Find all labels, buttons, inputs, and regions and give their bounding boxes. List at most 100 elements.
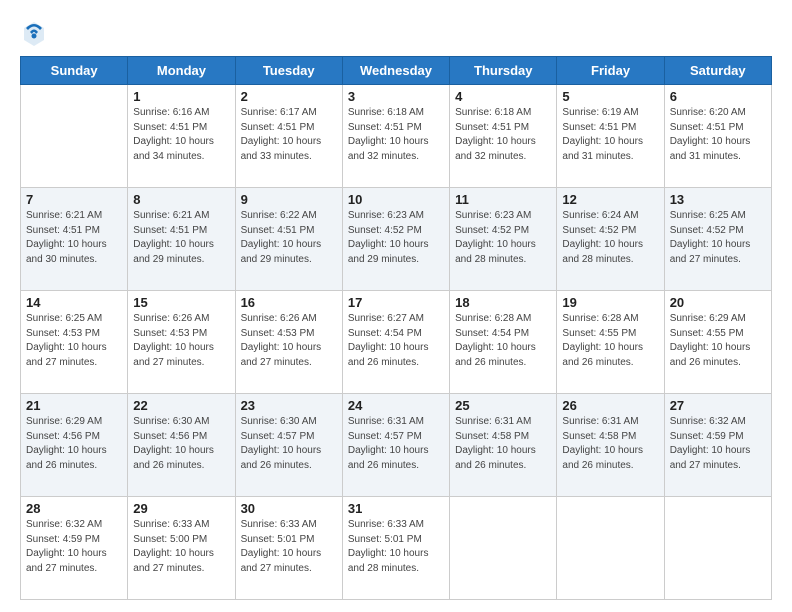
calendar-cell: 3 Sunrise: 6:18 AM Sunset: 4:51 PM Daylig… xyxy=(342,85,449,188)
calendar-cell: 5 Sunrise: 6:19 AM Sunset: 4:51 PM Daylig… xyxy=(557,85,664,188)
day-number: 31 xyxy=(348,501,444,516)
day-of-week-header: Saturday xyxy=(664,57,771,85)
calendar-week-row: 7 Sunrise: 6:21 AM Sunset: 4:51 PM Daylig… xyxy=(21,188,772,291)
calendar-cell: 12 Sunrise: 6:24 AM Sunset: 4:52 PM Dayli… xyxy=(557,188,664,291)
calendar-cell: 28Sunrise: 6:32 AM Sunset: 4:59 PM Dayli… xyxy=(21,497,128,600)
day-of-week-header: Sunday xyxy=(21,57,128,85)
day-number: 24 xyxy=(348,398,444,413)
day-info: Sunrise: 6:21 AM Sunset: 4:51 PM Dayligh… xyxy=(26,209,122,267)
day-number: 12 xyxy=(562,192,658,207)
calendar-cell: 7 Sunrise: 6:21 AM Sunset: 4:51 PM Daylig… xyxy=(21,188,128,291)
calendar-week-row: 1 Sunrise: 6:16 AM Sunset: 4:51 PM Daylig… xyxy=(21,85,772,188)
header-row: SundayMondayTuesdayWednesdayThursdayFrid… xyxy=(21,57,772,85)
calendar-cell: 9Sunrise: 6:22 AM Sunset: 4:51 PM Daylig… xyxy=(235,188,342,291)
calendar-cell: 23Sunrise: 6:30 AM Sunset: 4:57 PM Dayli… xyxy=(235,394,342,497)
day-number: 8 xyxy=(133,192,229,207)
calendar-cell: 15 Sunrise: 6:26 AM Sunset: 4:53 PM Dayli… xyxy=(128,291,235,394)
calendar-cell: 31 Sunrise: 6:33 AM Sunset: 5:01 PM Dayli… xyxy=(342,497,449,600)
day-info: Sunrise: 6:29 AM Sunset: 4:56 PM Dayligh… xyxy=(26,415,122,473)
day-of-week-header: Monday xyxy=(128,57,235,85)
header xyxy=(20,18,772,46)
calendar-cell: 11 Sunrise: 6:23 AM Sunset: 4:52 PM Dayli… xyxy=(450,188,557,291)
calendar-cell: 18 Sunrise: 6:28 AM Sunset: 4:54 PM Dayli… xyxy=(450,291,557,394)
day-info: Sunrise: 6:32 AM Sunset: 4:59 PM Dayligh… xyxy=(26,518,122,576)
page: SundayMondayTuesdayWednesdayThursdayFrid… xyxy=(0,0,792,612)
calendar-week-row: 21 Sunrise: 6:29 AM Sunset: 4:56 PM Dayli… xyxy=(21,394,772,497)
calendar-cell: 25Sunrise: 6:31 AM Sunset: 4:58 PM Dayli… xyxy=(450,394,557,497)
day-number: 14 xyxy=(26,295,122,310)
day-info: Sunrise: 6:18 AM Sunset: 4:51 PM Dayligh… xyxy=(455,106,551,164)
day-info: Sunrise: 6:26 AM Sunset: 4:53 PM Dayligh… xyxy=(133,312,229,370)
day-number: 2 xyxy=(241,89,337,104)
logo-icon xyxy=(20,18,48,46)
calendar-cell: 1 Sunrise: 6:16 AM Sunset: 4:51 PM Daylig… xyxy=(128,85,235,188)
day-info: Sunrise: 6:20 AM Sunset: 4:51 PM Dayligh… xyxy=(670,106,766,164)
calendar-cell: 21 Sunrise: 6:29 AM Sunset: 4:56 PM Dayli… xyxy=(21,394,128,497)
calendar-cell: 30Sunrise: 6:33 AM Sunset: 5:01 PM Dayli… xyxy=(235,497,342,600)
day-number: 21 xyxy=(26,398,122,413)
day-info: Sunrise: 6:17 AM Sunset: 4:51 PM Dayligh… xyxy=(241,106,337,164)
day-info: Sunrise: 6:23 AM Sunset: 4:52 PM Dayligh… xyxy=(348,209,444,267)
day-number: 26 xyxy=(562,398,658,413)
day-number: 20 xyxy=(670,295,766,310)
day-info: Sunrise: 6:25 AM Sunset: 4:53 PM Dayligh… xyxy=(26,312,122,370)
calendar-cell: 19 Sunrise: 6:28 AM Sunset: 4:55 PM Dayli… xyxy=(557,291,664,394)
day-of-week-header: Wednesday xyxy=(342,57,449,85)
day-info: Sunrise: 6:25 AM Sunset: 4:52 PM Dayligh… xyxy=(670,209,766,267)
calendar-body: 1 Sunrise: 6:16 AM Sunset: 4:51 PM Daylig… xyxy=(21,85,772,600)
day-number: 15 xyxy=(133,295,229,310)
day-info: Sunrise: 6:28 AM Sunset: 4:55 PM Dayligh… xyxy=(562,312,658,370)
calendar-header: SundayMondayTuesdayWednesdayThursdayFrid… xyxy=(21,57,772,85)
day-number: 19 xyxy=(562,295,658,310)
day-info: Sunrise: 6:23 AM Sunset: 4:52 PM Dayligh… xyxy=(455,209,551,267)
day-number: 11 xyxy=(455,192,551,207)
calendar-cell xyxy=(21,85,128,188)
day-info: Sunrise: 6:21 AM Sunset: 4:51 PM Dayligh… xyxy=(133,209,229,267)
day-number: 29 xyxy=(133,501,229,516)
day-of-week-header: Tuesday xyxy=(235,57,342,85)
day-info: Sunrise: 6:33 AM Sunset: 5:01 PM Dayligh… xyxy=(241,518,337,576)
calendar-cell: 16 Sunrise: 6:26 AM Sunset: 4:53 PM Dayli… xyxy=(235,291,342,394)
day-number: 10 xyxy=(348,192,444,207)
calendar-cell: 24 Sunrise: 6:31 AM Sunset: 4:57 PM Dayli… xyxy=(342,394,449,497)
calendar-table: SundayMondayTuesdayWednesdayThursdayFrid… xyxy=(20,56,772,600)
day-info: Sunrise: 6:28 AM Sunset: 4:54 PM Dayligh… xyxy=(455,312,551,370)
day-number: 17 xyxy=(348,295,444,310)
calendar-week-row: 28Sunrise: 6:32 AM Sunset: 4:59 PM Dayli… xyxy=(21,497,772,600)
calendar-cell: 26 Sunrise: 6:31 AM Sunset: 4:58 PM Dayli… xyxy=(557,394,664,497)
day-info: Sunrise: 6:33 AM Sunset: 5:01 PM Dayligh… xyxy=(348,518,444,576)
day-info: Sunrise: 6:16 AM Sunset: 4:51 PM Dayligh… xyxy=(133,106,229,164)
calendar-cell: 17Sunrise: 6:27 AM Sunset: 4:54 PM Dayli… xyxy=(342,291,449,394)
day-number: 1 xyxy=(133,89,229,104)
day-number: 13 xyxy=(670,192,766,207)
day-info: Sunrise: 6:31 AM Sunset: 4:58 PM Dayligh… xyxy=(562,415,658,473)
calendar-cell: 8 Sunrise: 6:21 AM Sunset: 4:51 PM Daylig… xyxy=(128,188,235,291)
calendar-cell xyxy=(664,497,771,600)
calendar-cell: 2 Sunrise: 6:17 AM Sunset: 4:51 PM Daylig… xyxy=(235,85,342,188)
day-info: Sunrise: 6:33 AM Sunset: 5:00 PM Dayligh… xyxy=(133,518,229,576)
calendar-cell: 27Sunrise: 6:32 AM Sunset: 4:59 PM Dayli… xyxy=(664,394,771,497)
calendar-week-row: 14 Sunrise: 6:25 AM Sunset: 4:53 PM Dayli… xyxy=(21,291,772,394)
day-number: 22 xyxy=(133,398,229,413)
day-info: Sunrise: 6:22 AM Sunset: 4:51 PM Dayligh… xyxy=(241,209,337,267)
day-number: 23 xyxy=(241,398,337,413)
day-info: Sunrise: 6:24 AM Sunset: 4:52 PM Dayligh… xyxy=(562,209,658,267)
calendar-cell: 20Sunrise: 6:29 AM Sunset: 4:55 PM Dayli… xyxy=(664,291,771,394)
day-info: Sunrise: 6:18 AM Sunset: 4:51 PM Dayligh… xyxy=(348,106,444,164)
day-number: 7 xyxy=(26,192,122,207)
day-number: 4 xyxy=(455,89,551,104)
calendar-cell xyxy=(450,497,557,600)
day-number: 5 xyxy=(562,89,658,104)
day-info: Sunrise: 6:31 AM Sunset: 4:57 PM Dayligh… xyxy=(348,415,444,473)
day-info: Sunrise: 6:19 AM Sunset: 4:51 PM Dayligh… xyxy=(562,106,658,164)
day-info: Sunrise: 6:32 AM Sunset: 4:59 PM Dayligh… xyxy=(670,415,766,473)
day-number: 16 xyxy=(241,295,337,310)
calendar-cell: 10 Sunrise: 6:23 AM Sunset: 4:52 PM Dayli… xyxy=(342,188,449,291)
day-number: 18 xyxy=(455,295,551,310)
day-number: 3 xyxy=(348,89,444,104)
day-of-week-header: Thursday xyxy=(450,57,557,85)
day-info: Sunrise: 6:26 AM Sunset: 4:53 PM Dayligh… xyxy=(241,312,337,370)
day-of-week-header: Friday xyxy=(557,57,664,85)
day-number: 25 xyxy=(455,398,551,413)
calendar-cell: 6Sunrise: 6:20 AM Sunset: 4:51 PM Daylig… xyxy=(664,85,771,188)
